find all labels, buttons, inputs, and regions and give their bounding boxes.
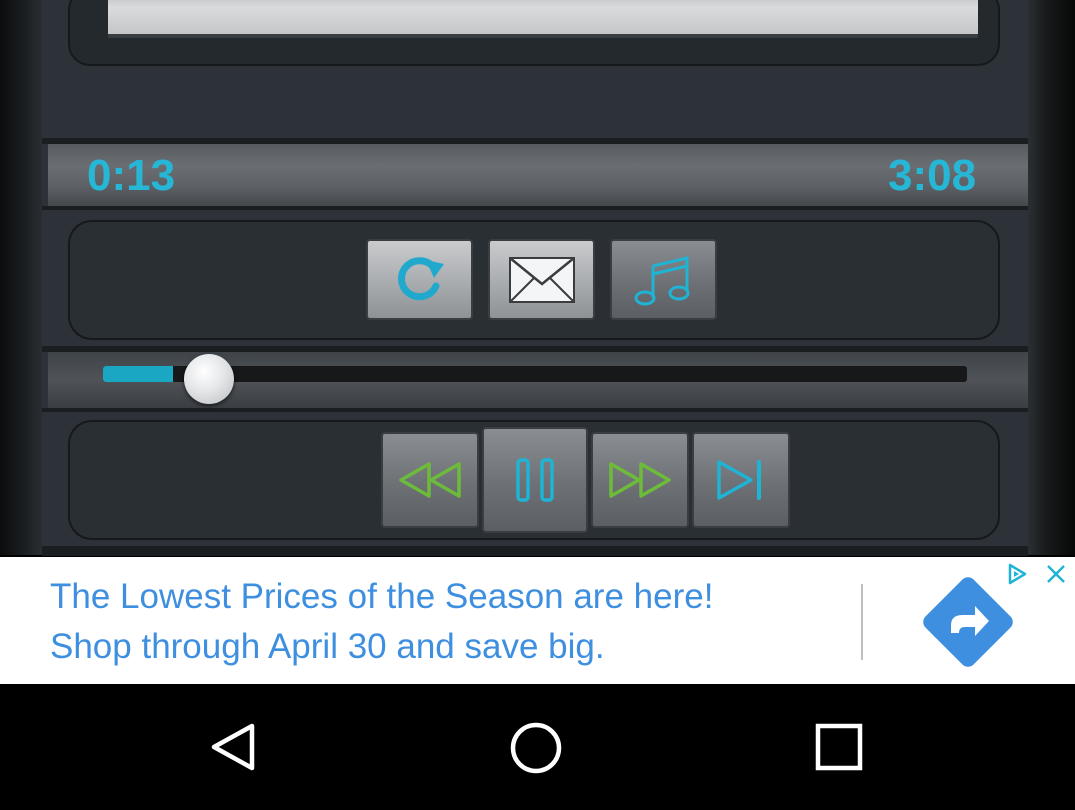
music-note-icon [634, 255, 689, 305]
left-bezel [0, 0, 44, 555]
pause-icon [516, 458, 554, 502]
playlist-button[interactable] [610, 239, 717, 320]
rewind-icon [399, 462, 461, 498]
back-triangle-icon[interactable] [208, 722, 258, 772]
ad-headline[interactable]: The Lowest Prices of the Season are here… [50, 577, 713, 617]
ad-divider [861, 584, 863, 660]
share-email-button[interactable] [488, 239, 595, 320]
close-icon [1046, 565, 1065, 583]
repeat-icon [397, 256, 444, 300]
right-bezel [1027, 0, 1075, 555]
divider [42, 408, 1028, 412]
forward-arrow-icon[interactable] [923, 577, 1013, 667]
album-art [108, 0, 978, 38]
time-bar [48, 144, 1028, 206]
ad-subline[interactable]: Shop through April 30 and save big. [50, 627, 605, 667]
seek-bar-progress [103, 366, 173, 382]
rewind-button[interactable] [381, 432, 479, 528]
divider [42, 546, 1028, 556]
total-duration: 3:08 [888, 151, 977, 200]
skip-next-icon [717, 460, 761, 500]
seek-bar-thumb[interactable] [184, 354, 234, 404]
fast-forward-button[interactable] [591, 432, 689, 528]
recents-square-icon[interactable] [815, 723, 863, 771]
album-art-frame [68, 0, 1000, 66]
pause-button[interactable] [482, 427, 588, 533]
repeat-button[interactable] [366, 239, 473, 320]
next-track-button[interactable] [692, 432, 790, 528]
ad-close-button[interactable] [1036, 557, 1075, 591]
home-circle-icon[interactable] [509, 721, 563, 775]
fast-forward-icon [609, 462, 671, 498]
mail-icon [508, 256, 575, 303]
divider [42, 206, 1028, 210]
elapsed-time: 0:13 [87, 151, 176, 200]
